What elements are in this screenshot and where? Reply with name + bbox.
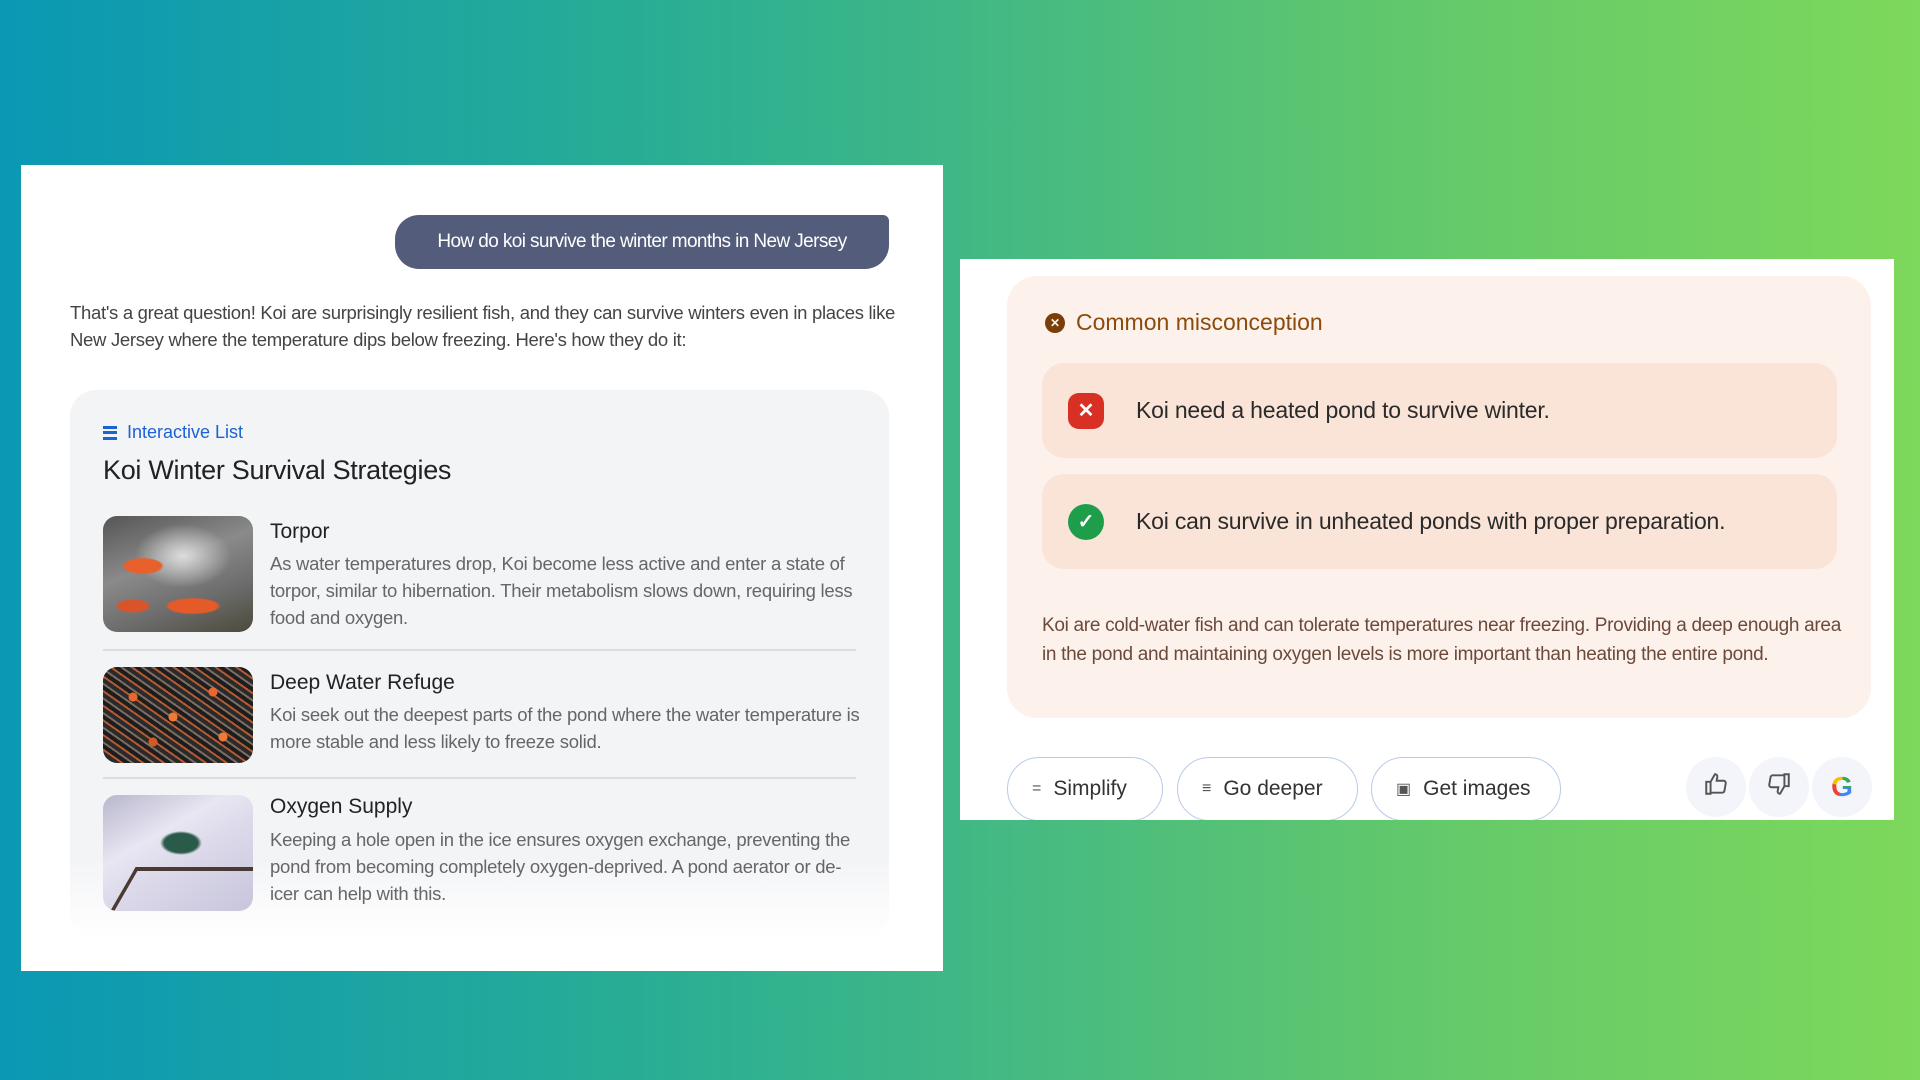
- list-item[interactable]: Torpor As water temperatures drop, Koi b…: [103, 516, 856, 634]
- item-title: Deep Water Refuge: [270, 671, 455, 694]
- fact-text: Koi can survive in unheated ponds with p…: [1136, 508, 1726, 534]
- get-images-label: Get images: [1423, 777, 1531, 800]
- item-title: Torpor: [270, 520, 330, 543]
- simplify-button[interactable]: = Simplify: [1007, 757, 1163, 820]
- interactive-list-card: Interactive List Koi Winter Survival Str…: [70, 390, 889, 940]
- interactive-list-tag: Interactive List: [103, 422, 243, 443]
- image-icon: ▣: [1396, 781, 1412, 798]
- go-deeper-label: Go deeper: [1223, 777, 1323, 800]
- item-title: Oxygen Supply: [270, 795, 413, 818]
- misconception-heading: ✕ Common misconception: [1045, 309, 1323, 336]
- user-message-text: How do koi survive the winter months in …: [437, 231, 847, 252]
- list-item[interactable]: Deep Water Refuge Koi seek out the deepe…: [103, 667, 860, 763]
- assistant-intro-text: That's a great question! Koi are surpris…: [70, 302, 896, 350]
- simplify-icon: =: [1032, 780, 1042, 797]
- go-deeper-button[interactable]: ≡ Go deeper: [1177, 757, 1358, 820]
- misconception-heading-text: Common misconception: [1076, 309, 1323, 335]
- simplify-label: Simplify: [1053, 777, 1127, 800]
- misconception-panel: ✕ Common misconception ✕ Koi need a heat…: [960, 259, 1894, 820]
- koi-image: [103, 667, 253, 763]
- list-icon: [103, 425, 117, 440]
- user-message-bubble: How do koi survive the winter months in …: [395, 215, 889, 269]
- close-circle-icon: ✕: [1045, 312, 1065, 333]
- thumbs-up-button[interactable]: [1686, 757, 1746, 817]
- google-search-button[interactable]: G: [1812, 757, 1872, 817]
- misconception-explanation: Koi are cold-water fish and can tolerate…: [1042, 615, 1841, 665]
- item-description: Keeping a hole open in the ice ensures o…: [270, 829, 851, 904]
- divider: [103, 649, 856, 651]
- myth-text: Koi need a heated pond to survive winter…: [1136, 397, 1550, 423]
- chat-panel: How do koi survive the winter months in …: [21, 165, 943, 971]
- error-x-icon: ✕: [1068, 392, 1104, 429]
- thumbs-down-icon: [1766, 771, 1792, 804]
- myth-row: ✕ Koi need a heated pond to survive wint…: [1042, 363, 1837, 458]
- lines-icon: ≡: [1202, 780, 1212, 797]
- item-description: As water temperatures drop, Koi become l…: [270, 553, 853, 628]
- list-title: Koi Winter Survival Strategies: [103, 455, 452, 485]
- thumbs-up-icon: [1703, 771, 1729, 804]
- thumbs-down-button[interactable]: [1749, 757, 1809, 817]
- get-images-button[interactable]: ▣ Get images: [1371, 757, 1561, 820]
- check-circle-icon: ✓: [1068, 503, 1104, 540]
- item-description: Koi seek out the deepest parts of the po…: [270, 704, 860, 752]
- divider: [103, 777, 856, 779]
- pond-image: [103, 795, 253, 911]
- misconception-card: ✕ Common misconception ✕ Koi need a heat…: [1007, 276, 1871, 718]
- fact-row: ✓ Koi can survive in unheated ponds with…: [1042, 474, 1837, 569]
- list-item[interactable]: Oxygen Supply Keeping a hole open in the…: [103, 795, 856, 913]
- google-g-icon: G: [1831, 771, 1853, 802]
- koi-image: [103, 516, 253, 632]
- interactive-list-label: Interactive List: [127, 422, 244, 442]
